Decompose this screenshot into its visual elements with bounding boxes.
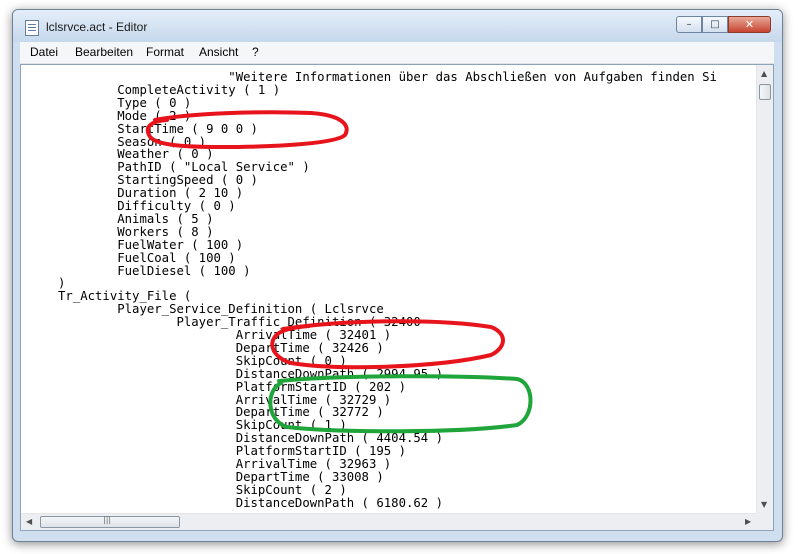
- horizontal-scroll-thumb[interactable]: |||: [40, 515, 180, 528]
- scroll-down-icon[interactable]: ▼: [761, 501, 767, 509]
- text-line: Animals ( 5 ): [21, 211, 214, 226]
- scroll-grip-icon: |||: [103, 515, 112, 524]
- text-line: SkipCount ( 2 ): [21, 482, 347, 497]
- text-line: DistanceDownPath ( 2994.95 ): [21, 366, 443, 381]
- scroll-left-icon[interactable]: ◀: [26, 518, 32, 526]
- text-line: DepartTime ( 33008 ): [21, 469, 384, 484]
- close-icon: ✕: [744, 18, 755, 31]
- horizontal-scrollbar[interactable]: ◀ ||| ▶: [21, 513, 757, 530]
- text-editor[interactable]: "Weitere Informationen über das Abschlie…: [20, 64, 774, 531]
- window-title: lclsrvce.act - Editor: [46, 20, 148, 34]
- title-bar[interactable]: lclsrvce.act - Editor – □ ✕: [13, 10, 782, 42]
- text-line: StartTime ( 9 0 0 ): [21, 121, 258, 136]
- text-line: PlatformStartID ( 202 ): [21, 379, 406, 394]
- text-line: DistanceDownPath ( 6180.62 ): [21, 495, 443, 510]
- vertical-scroll-thumb[interactable]: [759, 84, 771, 100]
- scrollbar-corner: [756, 513, 773, 530]
- minimize-icon: –: [686, 19, 692, 30]
- menu-datei[interactable]: Datei: [30, 45, 58, 59]
- text-line: CompleteActivity ( 1 ): [21, 82, 281, 97]
- editor-window: lclsrvce.act - Editor – □ ✕ Datei Bearbe…: [12, 9, 783, 542]
- text-line: Workers ( 8 ): [21, 224, 214, 239]
- maximize-icon: □: [710, 19, 720, 30]
- text-line: SkipCount ( 0 ): [21, 353, 347, 368]
- scroll-right-icon[interactable]: ▶: [745, 518, 751, 526]
- menu-help[interactable]: ?: [252, 45, 259, 59]
- text-line: FuelCoal ( 100 ): [21, 250, 236, 265]
- vertical-scrollbar[interactable]: ▲ ▼: [756, 65, 773, 513]
- menu-format[interactable]: Format: [146, 45, 184, 59]
- maximize-button[interactable]: □: [702, 16, 728, 33]
- scroll-up-icon[interactable]: ▲: [761, 70, 767, 78]
- text-content[interactable]: "Weitere Informationen über das Abschlie…: [21, 65, 757, 513]
- menu-ansicht[interactable]: Ansicht: [199, 45, 238, 59]
- text-line: Type ( 0 ): [21, 95, 192, 110]
- notepad-icon: [25, 20, 39, 36]
- text-line: DepartTime ( 32426 ): [21, 340, 384, 355]
- menu-bar: Datei Bearbeiten Format Ansicht ?: [20, 42, 774, 64]
- close-button[interactable]: ✕: [728, 16, 771, 33]
- menu-bearbeiten[interactable]: Bearbeiten: [75, 45, 133, 59]
- text-line: FuelWater ( 100 ): [21, 237, 244, 252]
- minimize-button[interactable]: –: [676, 16, 702, 33]
- text-line: Mode ( 2 ): [21, 108, 192, 123]
